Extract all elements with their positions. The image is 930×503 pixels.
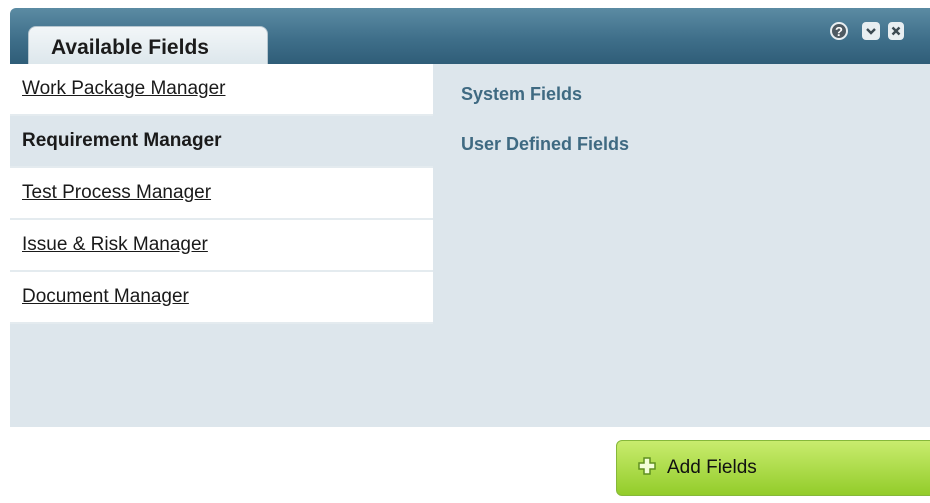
add-fields-button[interactable]: Add Fields [616, 440, 930, 496]
close-icon-svg [891, 26, 901, 36]
module-item-label[interactable]: Test Process Manager [22, 182, 211, 204]
chevron-down-icon-svg [866, 28, 876, 35]
module-item-issue-risk-manager[interactable]: Issue & Risk Manager [10, 220, 433, 272]
field-group-user-defined-fields[interactable]: User Defined Fields [461, 134, 629, 155]
add-fields-label: Add Fields [667, 457, 757, 478]
module-item-work-package-manager[interactable]: Work Package Manager [10, 64, 433, 116]
panel-title: Available Fields [51, 36, 209, 59]
module-item-document-manager[interactable]: Document Manager [10, 272, 433, 324]
available-fields-panel: Available Fields ? Work Package Manager … [10, 8, 930, 503]
module-item-label[interactable]: Document Manager [22, 286, 189, 308]
close-icon[interactable] [888, 22, 904, 40]
module-item-test-process-manager[interactable]: Test Process Manager [10, 168, 433, 220]
module-item-label: Requirement Manager [22, 130, 222, 151]
field-group-system-fields[interactable]: System Fields [461, 84, 582, 105]
tab-available-fields[interactable]: Available Fields [28, 26, 268, 64]
help-icon-glyph: ? [835, 23, 843, 39]
module-item-label[interactable]: Issue & Risk Manager [22, 234, 208, 256]
module-list: Work Package Manager Requirement Manager… [10, 64, 433, 324]
fields-content: Work Package Manager Requirement Manager… [10, 64, 930, 427]
panel-header: Available Fields ? [10, 8, 930, 64]
module-item-requirement-manager[interactable]: Requirement Manager [10, 116, 433, 168]
module-item-label[interactable]: Work Package Manager [22, 78, 225, 100]
chevron-down-icon[interactable] [862, 22, 880, 40]
help-icon[interactable]: ? [830, 22, 848, 40]
plus-icon [638, 457, 656, 475]
panel-footer: Add Fields [10, 427, 930, 503]
